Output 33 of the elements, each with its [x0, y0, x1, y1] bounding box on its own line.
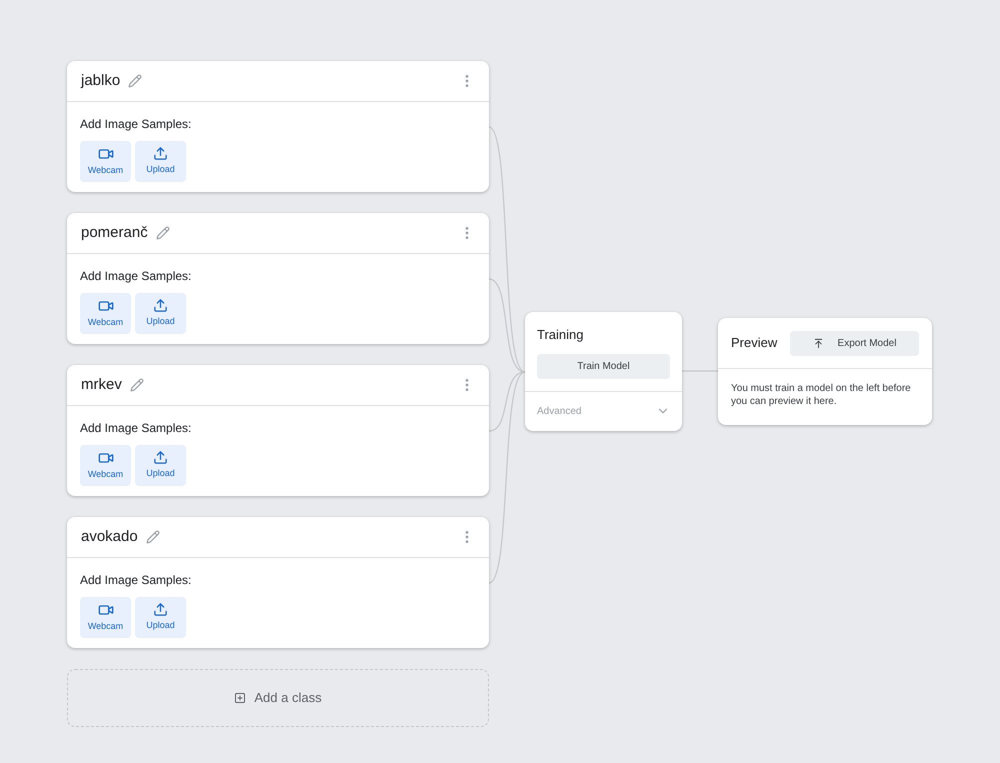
upload-icon	[153, 450, 168, 466]
upload-button[interactable]: Upload	[135, 293, 186, 334]
samples-label: Add Image Samples:	[80, 572, 192, 589]
class-name: mrkev	[81, 374, 122, 395]
upload-button[interactable]: Upload	[135, 445, 186, 486]
samples-label: Add Image Samples:	[80, 268, 192, 285]
samples-label: Add Image Samples:	[80, 420, 192, 437]
advanced-toggle[interactable]: Advanced	[525, 392, 682, 431]
training-title: Training	[537, 326, 584, 344]
webcam-button[interactable]: Webcam	[80, 445, 131, 486]
plus-icon	[234, 692, 246, 704]
class-name: jablko	[81, 70, 120, 91]
upload-icon	[153, 146, 168, 162]
webcam-button[interactable]: Webcam	[80, 293, 131, 334]
webcam-button[interactable]: Webcam	[80, 597, 131, 638]
class-name: avokado	[81, 526, 138, 547]
webcam-button[interactable]: Webcam	[80, 141, 131, 182]
export-model-button[interactable]: Export Model	[790, 330, 919, 356]
edit-icon[interactable]	[146, 530, 160, 544]
class-name: pomeranč	[81, 222, 148, 243]
upload-icon	[153, 602, 168, 618]
train-model-button[interactable]: Train Model	[537, 354, 670, 378]
preview-title: Preview	[731, 334, 778, 352]
edit-icon[interactable]	[128, 74, 142, 88]
export-icon	[812, 338, 824, 348]
preview-message: You must train a model on the left before you can preview it here.	[730, 382, 912, 408]
edit-icon[interactable]	[130, 378, 144, 392]
samples-label: Add Image Samples:	[80, 116, 192, 133]
edit-icon[interactable]	[156, 226, 170, 240]
upload-button[interactable]: Upload	[135, 141, 186, 182]
upload-icon	[153, 298, 168, 314]
add-class-button[interactable]: Add a class	[67, 669, 489, 727]
upload-button[interactable]: Upload	[135, 597, 186, 638]
